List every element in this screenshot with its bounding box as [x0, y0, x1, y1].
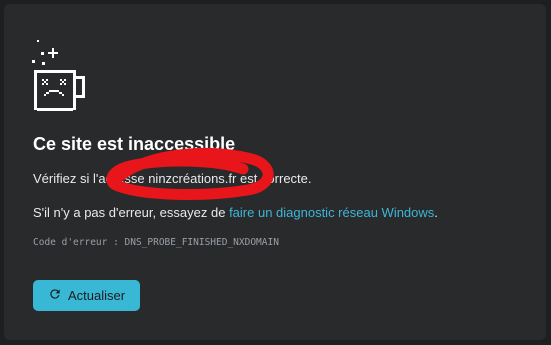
browser-error-page: Ce site est inaccessible Vérifiez si l'a… [0, 0, 551, 345]
address-check-suffix: est correcte. [236, 171, 312, 186]
page-title: Ce site est inaccessible [33, 134, 236, 154]
diagnostic-text: S'il n'y a pas d'erreur, essayez de fair… [33, 205, 438, 220]
diagnostic-suffix: . [434, 205, 438, 220]
error-code: Code d'erreur : DNS_PROBE_FINISHED_NXDOM… [33, 237, 279, 248]
reload-icon [48, 287, 62, 304]
address-check-prefix: Vérifiez si l'adresse [33, 171, 149, 186]
domain-name: ninzcréations.fr [148, 171, 237, 186]
reload-button[interactable]: Actualiser [33, 280, 140, 311]
diagnostic-prefix: S'il n'y a pas d'erreur, essayez de [33, 205, 230, 220]
sad-mug-icon [30, 40, 94, 114]
reload-button-label: Actualiser [67, 288, 126, 303]
address-check-text: Vérifiez si l'adresse ninzcréations.fr e… [33, 171, 312, 186]
network-diagnostic-link[interactable]: faire un diagnostic réseau Windows [229, 205, 434, 220]
